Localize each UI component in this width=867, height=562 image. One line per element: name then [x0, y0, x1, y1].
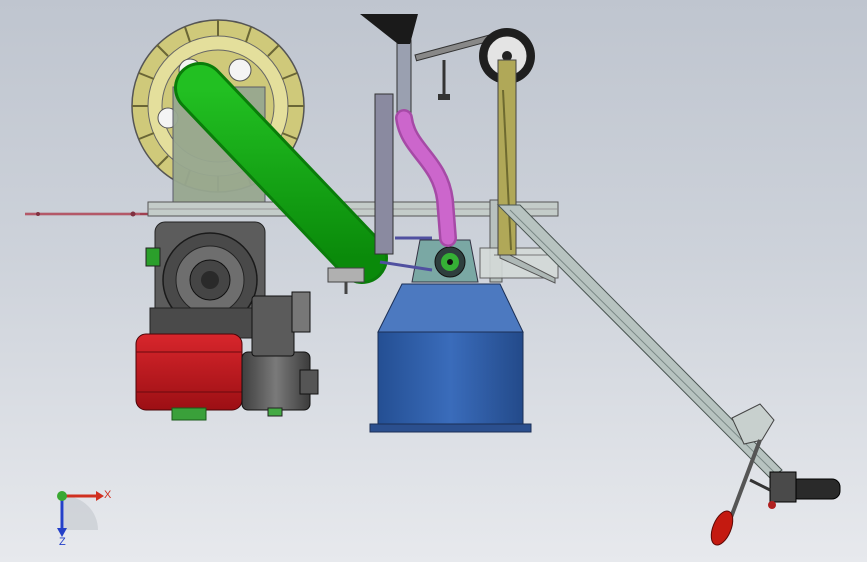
model-view[interactable]: X Z	[0, 0, 867, 562]
cad-viewport[interactable]: X Z	[0, 0, 867, 562]
z-axis-label: Z	[59, 536, 66, 548]
x-axis-label: X	[104, 489, 112, 501]
throttle-grip	[749, 471, 841, 509]
fuel-tank	[135, 333, 243, 421]
triad-background	[64, 496, 98, 530]
feed-assembly	[360, 14, 497, 255]
hopper	[369, 283, 532, 433]
air-filter	[241, 291, 319, 417]
y-axis-dot	[57, 491, 67, 501]
engine	[145, 221, 266, 339]
coordinate-triad: X Z	[57, 489, 112, 548]
